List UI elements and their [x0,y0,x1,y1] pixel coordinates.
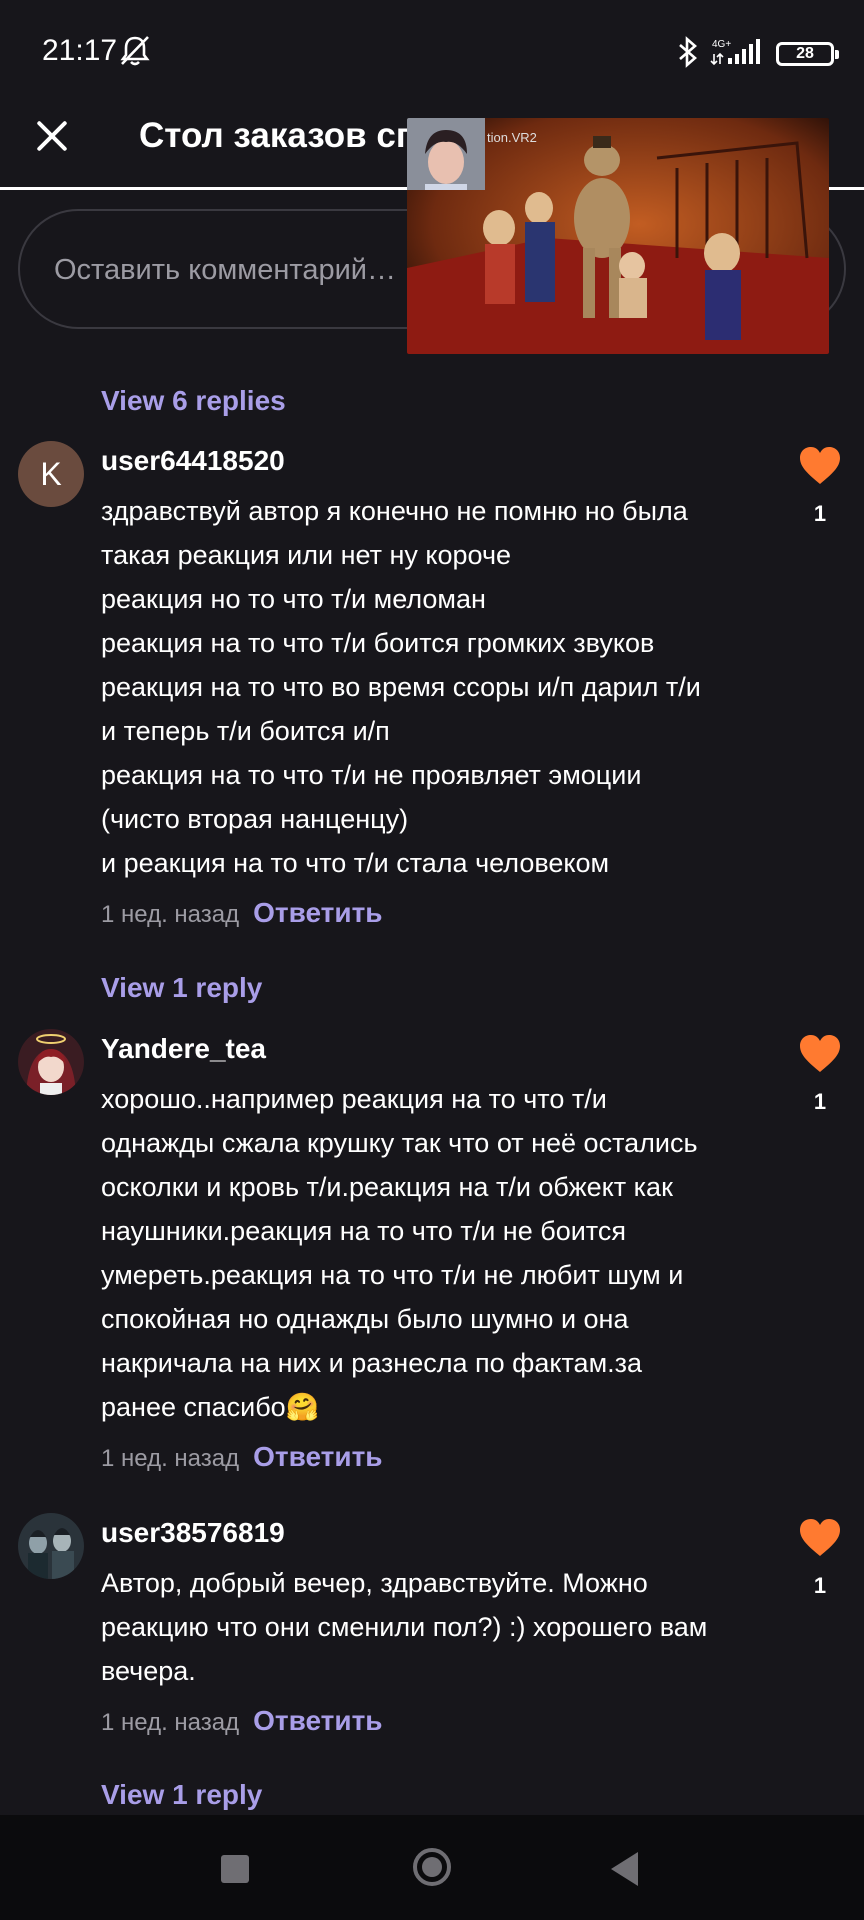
like-count: 1 [813,501,827,526]
reply-button[interactable]: Ответить [253,1441,382,1472]
reply-button[interactable]: Ответить [253,897,382,928]
comment-meta: 1 нед. назад Ответить [101,1441,383,1473]
reply-button[interactable]: Ответить [253,1705,382,1736]
view-replies-button[interactable]: View 1 reply [101,972,262,1004]
comment-meta: 1 нед. назад Ответить [101,1705,383,1737]
comment-line: вечера. [101,1656,196,1686]
avatar[interactable] [18,1029,84,1095]
video-overlay[interactable]: tion.VR2 [407,118,829,354]
comment-line: (чисто вторая нанценцу) [101,804,409,834]
like-button[interactable]: 1 [796,446,844,527]
back-button[interactable] [611,1852,638,1886]
comment-line: ранее спасибо🤗 [101,1392,320,1422]
comment-time: 1 нед. назад [101,1709,240,1736]
comment-line: реакция но то что т/и меломан [101,584,486,614]
streamer-webcam [407,118,485,190]
like-count: 1 [813,1573,827,1598]
signal-icon: 4G+ [710,36,766,73]
status-time: 21:17 [42,34,118,67]
comment-line: реакция на то что во время ссоры и/п дар… [101,672,701,702]
comment-username[interactable]: user38576819 [101,1517,285,1549]
bell-off-icon [118,34,152,73]
comment-line: такая реакция или нет ну короче [101,540,512,570]
comment-line: спокойная но однажды было шумно и она [101,1304,629,1334]
comment-line: Автор, добрый вечер, здравствуйте. Можно [101,1568,648,1598]
comment-line: наушники.реакция на то что т/и не боится [101,1216,626,1246]
comment-line: и реакция на то что т/и стала человеком [101,848,610,878]
comment-line: накричала на них и разнесла по фактам.за [101,1348,643,1378]
avatar-letter: K [40,455,62,492]
comment-line: однажды сжала крушку так что от неё оста… [101,1128,698,1158]
home-button[interactable] [413,1848,451,1886]
comment-time: 1 нед. назад [101,901,240,928]
video-channel-label: tion.VR2 [487,130,537,145]
network-type: 4G+ [712,39,731,50]
comment-line: и теперь т/и боится и/п [101,716,390,746]
avatar[interactable] [18,1513,84,1579]
bluetooth-icon [676,35,700,73]
recent-apps-button[interactable] [221,1855,249,1883]
comment-line: умереть.реакция на то что т/и не любит ш… [101,1260,684,1290]
comment-username[interactable]: Yandere_tea [101,1033,266,1065]
avatar[interactable]: K [18,441,84,507]
comment-line: реакция на то что т/и боится громких зву… [101,628,655,658]
system-nav-bar [0,1815,864,1920]
like-button[interactable]: 1 [796,1518,844,1599]
comment-line: реакцию что они сменили пол?) :) хорошег… [101,1612,708,1642]
comment-line: здравствуй автор я конечно не помню но б… [101,496,688,526]
like-button[interactable]: 1 [796,1034,844,1115]
comment-text: здравствуй автор я конечно не помню но б… [101,489,761,885]
comment-time: 1 нед. назад [101,1445,240,1472]
close-button[interactable] [30,114,74,158]
view-replies-button[interactable]: View 1 reply [101,1779,262,1811]
comment-text: Автор, добрый вечер, здравствуйте. Можно… [101,1561,761,1693]
comment-username[interactable]: user64418520 [101,445,285,477]
comment-line: реакция на то что т/и не проявляет эмоци… [101,760,642,790]
battery-icon: 28 [776,42,839,66]
comment-line: осколки и кровь т/и.реакция на т/и обжек… [101,1172,673,1202]
status-bar: 21:17 4G+ 28 [0,0,864,104]
comment-text: хорошо..например реакция на то что т/и о… [101,1077,761,1429]
heart-icon [800,1035,840,1072]
like-count: 1 [813,1089,827,1114]
comment-meta: 1 нед. назад Ответить [101,897,383,929]
heart-icon [800,1519,840,1556]
heart-icon [800,447,840,484]
battery-level: 28 [796,45,814,62]
view-replies-button[interactable]: View 6 replies [101,385,286,417]
comment-line: хорошо..например реакция на то что т/и [101,1084,607,1114]
